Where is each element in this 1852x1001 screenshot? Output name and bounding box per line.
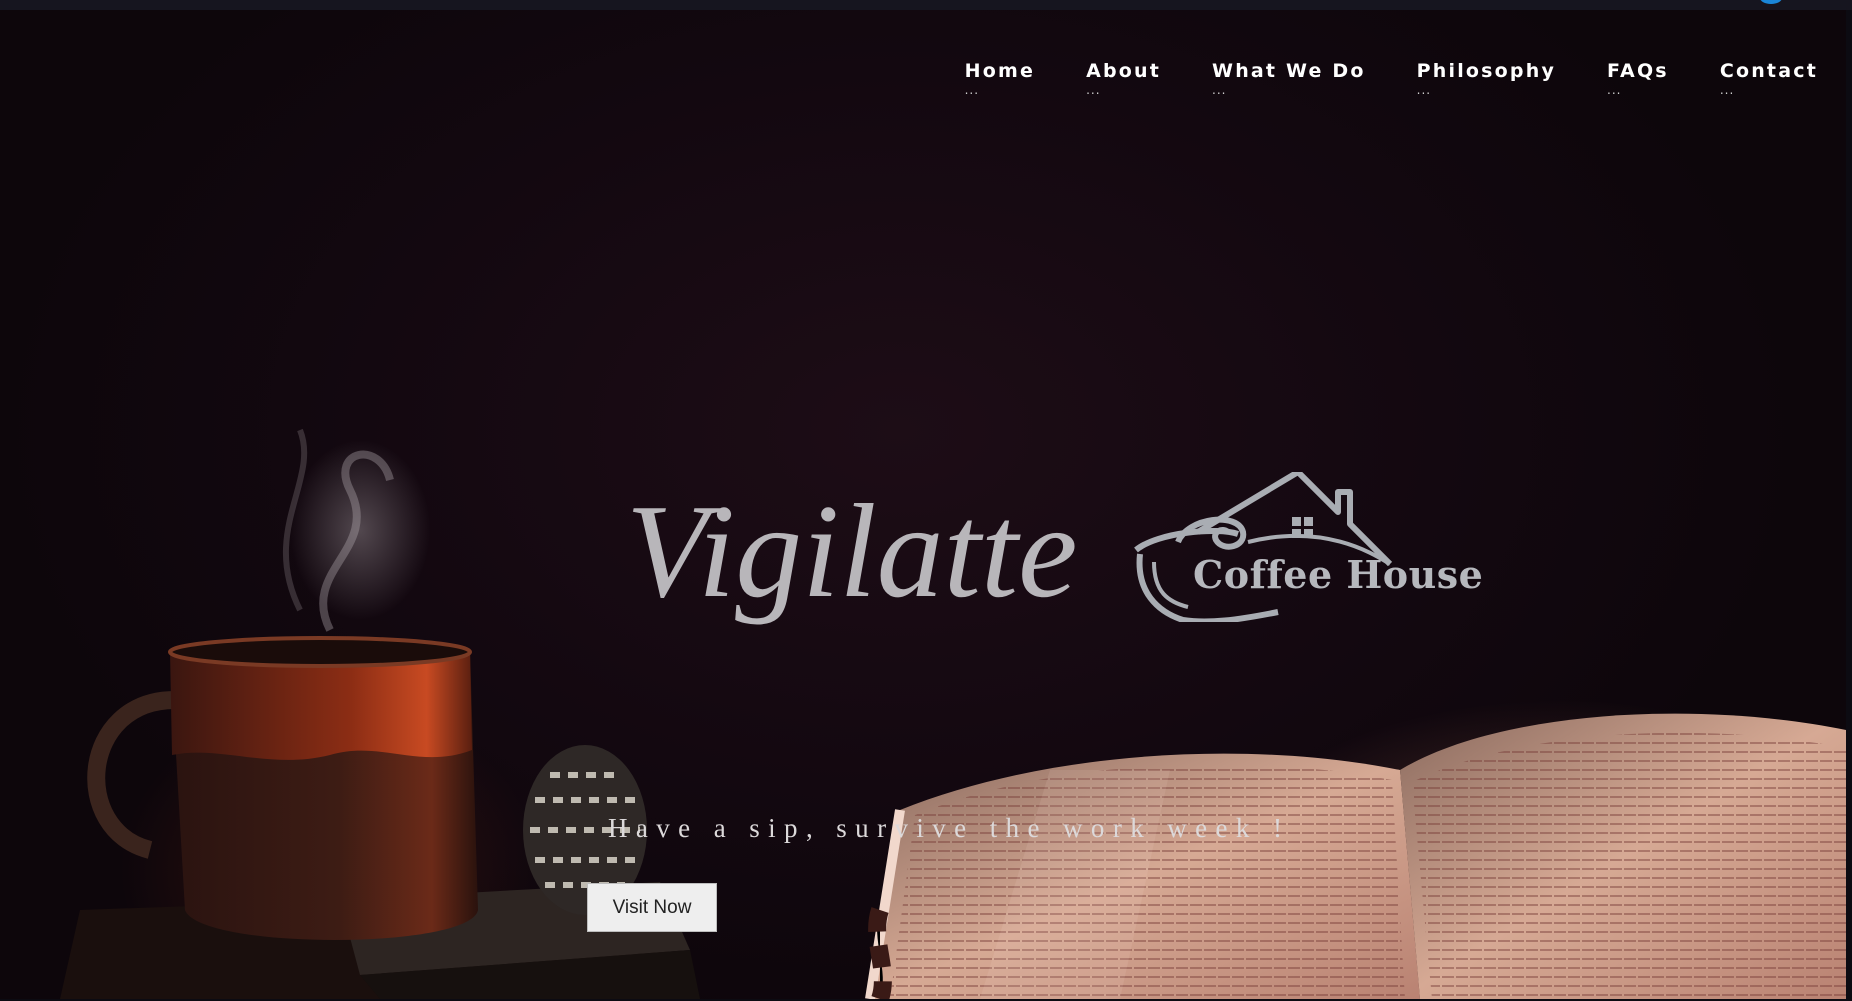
nav-item-dots: ... [964, 83, 980, 97]
nav-item-about[interactable]: About ... [1086, 60, 1162, 97]
coffee-house-logo-icon [1134, 472, 1393, 622]
nav-item-what-we-do[interactable]: What We Do ... [1212, 60, 1366, 97]
profile-indicator [1760, 0, 1782, 4]
visit-now-button[interactable]: Visit Now [587, 883, 717, 932]
nav-item-dots: ... [1212, 83, 1227, 97]
nav-item-label: Philosophy [1416, 60, 1557, 82]
nav-item-contact[interactable]: Contact ... [1719, 60, 1818, 97]
nav-item-dots: ... [1416, 83, 1432, 97]
nav-item-label: Contact [1719, 60, 1818, 82]
hero-section: Home ... About ... What We Do ... Philos… [0, 10, 1846, 999]
nav-item-home[interactable]: Home ... [964, 60, 1036, 97]
nav-item-label: About [1086, 60, 1162, 82]
nav-item-philosophy[interactable]: Philosophy ... [1416, 60, 1557, 97]
logo-text: Coffee House [1193, 552, 1484, 597]
nav-item-dots: ... [1719, 83, 1735, 97]
browser-top-bar [0, 0, 1852, 10]
nav-item-label: Home [964, 60, 1036, 82]
nav-item-dots: ... [1086, 83, 1101, 97]
hero-tagline: Have a sip, survive the work week ! [608, 813, 1291, 843]
nav-item-dots: ... [1607, 83, 1622, 97]
page-right-edge [1846, 10, 1852, 1001]
nav-item-label: What We Do [1212, 60, 1366, 82]
nav-item-label: FAQs [1607, 60, 1669, 82]
nav-item-faqs[interactable]: FAQs ... [1607, 60, 1669, 97]
brand-name: Vigilatte [626, 477, 1078, 625]
main-navigation: Home ... About ... What We Do ... Philos… [914, 60, 1818, 97]
